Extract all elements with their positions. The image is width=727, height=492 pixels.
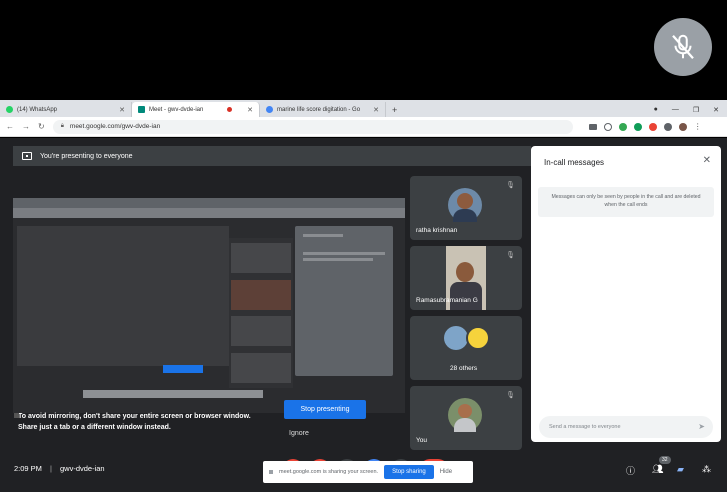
whatsapp-icon (6, 106, 13, 113)
tab-label: (14) WhatsApp (17, 106, 58, 113)
browser-tab-bar: (14) WhatsApp ✕ Meet - gwv-dvde-ian ✕ ma… (0, 100, 727, 117)
participant-tile[interactable]: 🎙︎ You (410, 386, 522, 450)
tab-meet[interactable]: Meet - gwv-dvde-ian ✕ (132, 102, 260, 117)
account-icon[interactable]: ● (654, 106, 658, 113)
window-controls: ● — ❐ ✕ (646, 102, 727, 117)
minimize-icon[interactable]: — (672, 106, 679, 113)
participant-tile[interactable]: 🎙︎ ratha krishnan (410, 176, 522, 240)
people-count-badge: 32 (659, 456, 671, 464)
tab-whatsapp[interactable]: (14) WhatsApp ✕ (0, 102, 132, 117)
chat-icon[interactable]: ▰ (677, 464, 684, 475)
lock-icon: 🔒︎ (60, 123, 64, 129)
people-icon[interactable]: 👥︎ (652, 464, 663, 475)
participant-tile[interactable]: 28 others (410, 316, 522, 380)
tab-label: marine life score digitation - Go (277, 106, 361, 113)
chat-title: In-call messages (544, 158, 605, 167)
google-icon (266, 106, 273, 113)
participant-name: Ramasubramanian G (416, 297, 478, 304)
tab-label: Meet - gwv-dvde-ian (149, 106, 204, 113)
hide-button[interactable]: Hide (440, 469, 452, 475)
screen-sharing-notice: meet.google.com is sharing your screen. … (263, 461, 473, 483)
mirroring-warning: To avoid mirroring, don't share your ent… (14, 411, 268, 433)
meet-area: You're presenting to everyone To avoid m… (0, 138, 727, 492)
forward-icon[interactable]: → (22, 122, 30, 131)
menu-icon[interactable]: ⋮ (694, 122, 702, 131)
url-text: meet.google.com/gwv-dvde-ian (69, 123, 161, 130)
warning-icon (14, 413, 19, 418)
extension-red-icon[interactable] (648, 122, 657, 131)
address-bar: ← → ↻ 🔒︎ meet.google.com/gwv-dvde-ian ⋮ (0, 117, 727, 137)
recording-icon (227, 107, 233, 112)
shared-screen-preview (13, 198, 405, 413)
muted-mic-indicator (654, 18, 712, 76)
close-icon[interactable]: ✕ (119, 106, 125, 114)
tab-docs[interactable]: marine life score digitation - Go ✕ (260, 102, 386, 117)
meeting-code: gwv-dvde-ian (60, 464, 105, 473)
close-icon[interactable]: ✕ (703, 155, 711, 166)
close-icon[interactable]: ✕ (373, 106, 379, 114)
participant-name: You (416, 437, 427, 444)
new-tab-button[interactable]: + (386, 102, 403, 117)
mirroring-warning-text: To avoid mirroring, don't share your ent… (18, 413, 251, 431)
chat-input[interactable]: Send a message to everyone ➤ (539, 416, 713, 438)
screen: (14) WhatsApp ✕ Meet - gwv-dvde-ian ✕ ma… (0, 0, 727, 492)
back-icon[interactable]: ← (6, 122, 14, 131)
mic-off-icon: 🎙︎ (506, 252, 515, 259)
participant-tile[interactable]: 🎙︎ Ramasubramanian G (410, 246, 522, 310)
avatar (466, 326, 490, 350)
avatar (448, 188, 482, 222)
star-icon[interactable] (603, 122, 612, 131)
close-window-icon[interactable]: ✕ (713, 106, 719, 114)
avatar (448, 398, 482, 432)
url-field[interactable]: 🔒︎ meet.google.com/gwv-dvde-ian (52, 119, 573, 134)
avatar[interactable] (678, 122, 687, 131)
reload-icon[interactable]: ↻ (38, 122, 45, 131)
separator: | (50, 464, 52, 473)
close-icon[interactable]: ✕ (247, 106, 253, 114)
participant-name: ratha krishnan (416, 227, 458, 234)
share-notice-text: meet.google.com is sharing your screen. (279, 469, 379, 475)
camera-icon[interactable] (588, 123, 597, 130)
sharing-icon (269, 470, 273, 474)
meet-bottom-bar: 2:09 PM | gwv-dvde-ian meet.google.com i… (0, 454, 727, 492)
extensions: ⋮ (588, 122, 702, 131)
presenting-text: You're presenting to everyone (40, 152, 133, 160)
activities-icon[interactable]: ⁂ (702, 464, 711, 475)
meet-icon (138, 106, 145, 113)
puzzle-icon[interactable] (663, 122, 672, 131)
mic-off-icon: 🎙︎ (506, 182, 515, 189)
extension-green-icon[interactable] (618, 122, 627, 131)
ignore-button[interactable]: Ignore (289, 430, 309, 437)
presenting-banner: You're presenting to everyone (13, 146, 531, 166)
chat-notice: Messages can only be seen by people in t… (538, 187, 714, 217)
extension-shield-icon[interactable] (633, 122, 642, 131)
maximize-icon[interactable]: ❐ (693, 106, 699, 114)
mic-off-icon: 🎙︎ (506, 392, 515, 399)
present-screen-icon (22, 152, 32, 160)
clock: 2:09 PM (14, 464, 42, 473)
stop-sharing-button[interactable]: Stop sharing (384, 465, 434, 479)
stop-presenting-button[interactable]: Stop presenting (284, 400, 366, 419)
chat-input-placeholder: Send a message to everyone (549, 424, 621, 430)
mic-off-icon (672, 34, 694, 59)
avatar (444, 326, 468, 350)
send-icon[interactable]: ➤ (698, 422, 705, 431)
info-icon[interactable]: ⓘ (626, 464, 635, 477)
participant-name: 28 others (450, 365, 478, 372)
